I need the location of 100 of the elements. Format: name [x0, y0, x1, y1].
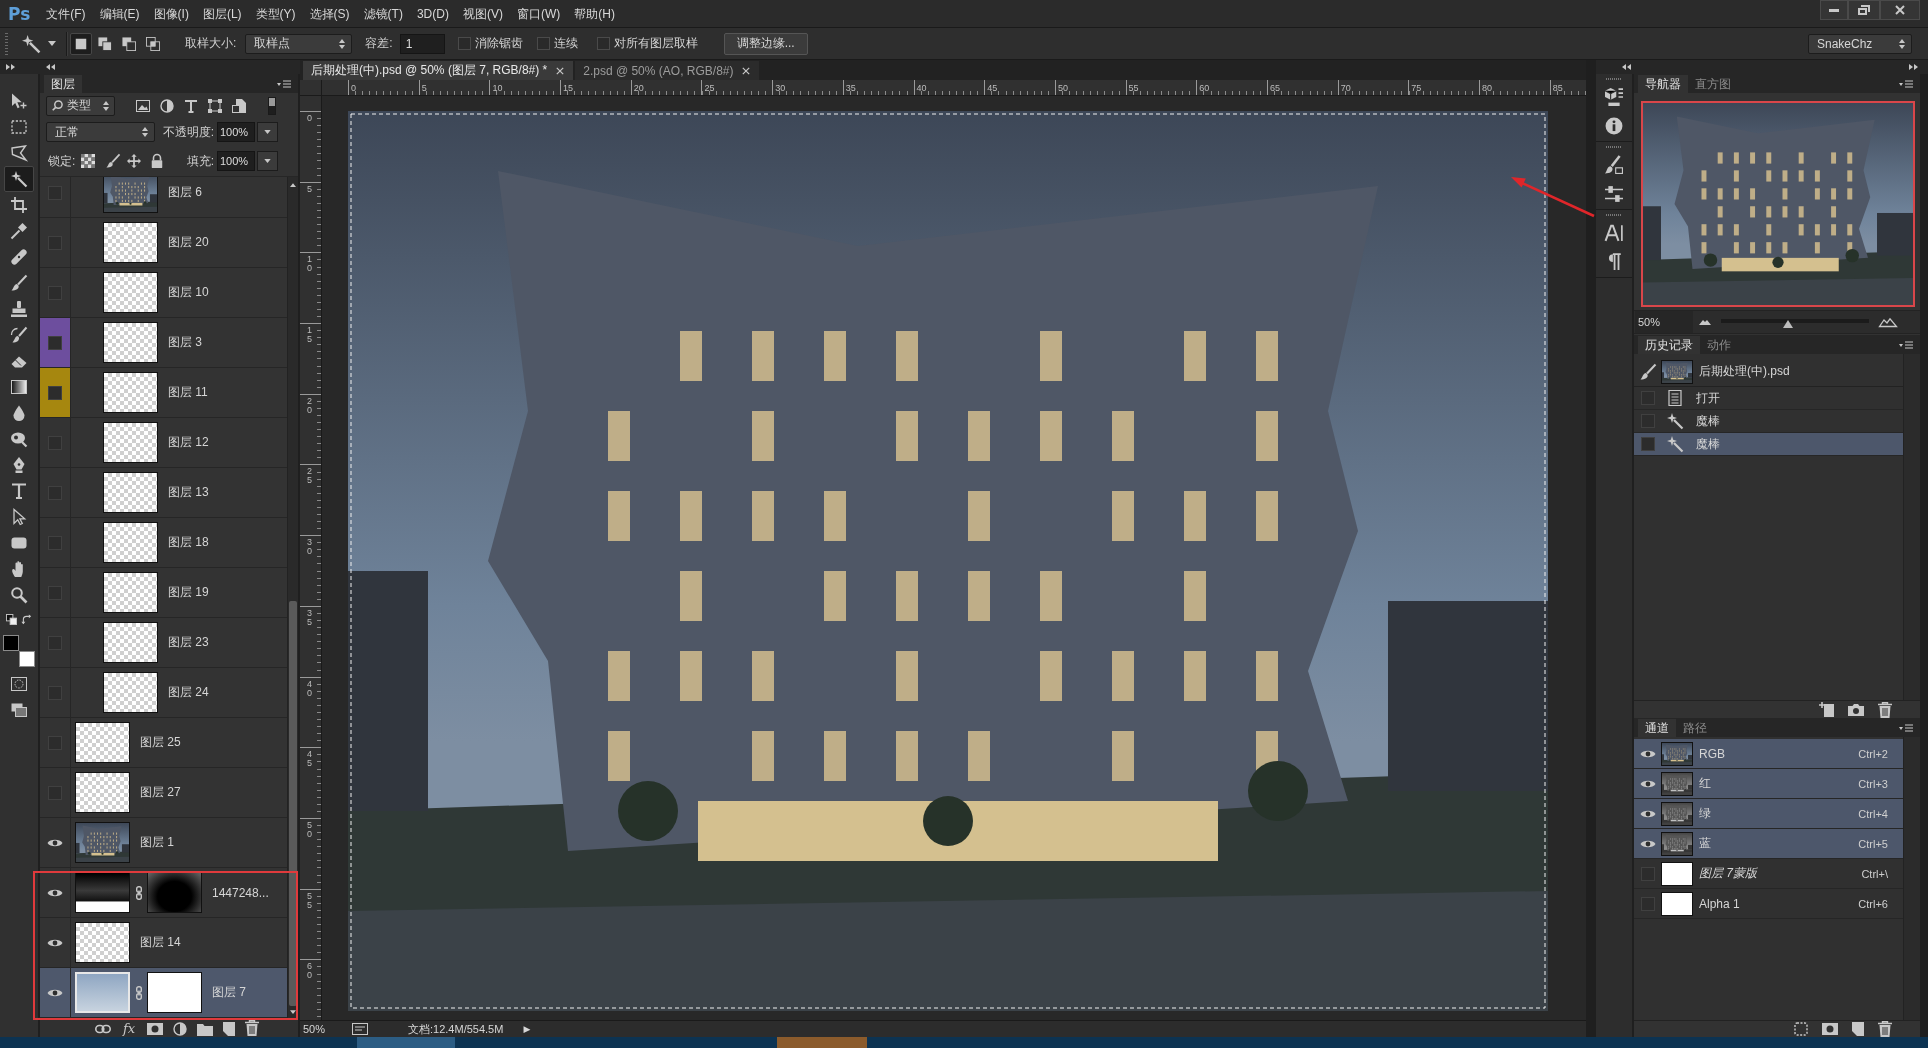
- panel-tab[interactable]: 路径: [1676, 719, 1714, 737]
- layer-thumbnail[interactable]: [103, 177, 158, 213]
- move-arrows-icon[interactable]: [127, 154, 141, 168]
- layer-row[interactable]: 图层 11: [40, 368, 287, 418]
- filter-kind-dropdown[interactable]: 类型: [46, 95, 115, 116]
- layer-row[interactable]: 图层 10: [40, 268, 287, 318]
- channel-row[interactable]: 图层 7蒙版 Ctrl+\: [1634, 859, 1903, 889]
- menu-item[interactable]: 图像(I): [146, 3, 196, 24]
- layer-row[interactable]: 图层 1: [40, 818, 287, 868]
- eye-icon[interactable]: [1640, 838, 1656, 849]
- mask-icon[interactable]: [1822, 1022, 1838, 1036]
- layer-thumbnail[interactable]: [75, 872, 130, 913]
- layer-row[interactable]: 1447248...: [40, 868, 287, 918]
- checkbox[interactable]: [596, 37, 610, 50]
- mask-thumbnail[interactable]: [147, 972, 202, 1013]
- new-channel-icon[interactable]: [1852, 1022, 1864, 1036]
- eye-icon[interactable]: [1640, 778, 1656, 789]
- menu-item[interactable]: 视图(V): [455, 3, 510, 24]
- brush-icon[interactable]: [106, 154, 120, 168]
- selection-mode-button[interactable]: [70, 32, 92, 55]
- zoom-level[interactable]: 50%: [303, 1023, 343, 1035]
- panel-menu-icon[interactable]: [1899, 79, 1913, 88]
- mask-thumbnail[interactable]: [147, 872, 202, 913]
- blend-mode-dropdown[interactable]: 正常: [46, 122, 155, 142]
- foreground-color-swatch[interactable]: [3, 635, 19, 651]
- fill-field[interactable]: 100%: [217, 151, 255, 171]
- double-arrow-icon[interactable]: [6, 64, 15, 70]
- double-arrow-icon[interactable]: [1909, 64, 1918, 70]
- dropdown-button[interactable]: [257, 122, 278, 142]
- menu-item[interactable]: 选择(S): [302, 3, 357, 24]
- checkbox-label[interactable]: 消除锯齿: [474, 35, 523, 52]
- double-arrow-icon[interactable]: [46, 64, 55, 70]
- default-colors-icon[interactable]: [6, 614, 17, 625]
- menu-item[interactable]: 窗口(W): [509, 3, 568, 24]
- close-button[interactable]: [1880, 0, 1920, 20]
- layer-row[interactable]: 图层 12: [40, 418, 287, 468]
- panel-tab[interactable]: 历史记录: [1638, 336, 1700, 354]
- layer-row[interactable]: 图层 7: [40, 968, 287, 1018]
- eye-icon[interactable]: [47, 837, 63, 848]
- small-mountains-icon[interactable]: [1699, 319, 1711, 325]
- link-icon[interactable]: [95, 1022, 111, 1036]
- half-circle-icon[interactable]: [160, 98, 174, 113]
- lock-icon[interactable]: [150, 154, 164, 168]
- trash-icon[interactable]: [245, 1020, 259, 1036]
- screen-mode-icon[interactable]: [11, 703, 27, 717]
- sample-size-dropdown[interactable]: 取样点: [245, 33, 353, 54]
- tool-button[interactable]: [4, 166, 34, 192]
- layer-thumbnail[interactable]: [103, 522, 158, 563]
- layer-row[interactable]: 图层 23: [40, 618, 287, 668]
- panel-menu-icon[interactable]: [1899, 723, 1913, 732]
- panel-tab[interactable]: 图层: [44, 75, 82, 93]
- channel-row[interactable]: 绿 Ctrl+4: [1634, 799, 1903, 829]
- channel-row[interactable]: 蓝 Ctrl+5: [1634, 829, 1903, 859]
- square-corners-icon[interactable]: [208, 98, 222, 113]
- visibility-toggle[interactable]: [48, 385, 62, 400]
- panel-menu-icon[interactable]: [1899, 340, 1913, 349]
- chain-icon[interactable]: [136, 985, 142, 1000]
- layer-thumbnail[interactable]: [103, 422, 158, 463]
- menu-item[interactable]: 类型(Y): [248, 3, 303, 24]
- layer-thumbnail[interactable]: [103, 672, 158, 713]
- new-layer-icon[interactable]: [223, 1022, 235, 1036]
- layer-thumbnail[interactable]: [103, 372, 158, 413]
- scrollbar[interactable]: [1903, 737, 1920, 1020]
- layer-thumbnail[interactable]: [103, 472, 158, 513]
- layer-row[interactable]: 图层 25: [40, 718, 287, 768]
- layer-thumbnail[interactable]: [103, 622, 158, 663]
- layer-thumbnail[interactable]: [75, 772, 130, 813]
- channel-row[interactable]: RGB Ctrl+2: [1634, 739, 1903, 769]
- panel-tab[interactable]: 动作: [1700, 336, 1738, 354]
- layer-thumbnail[interactable]: [103, 222, 158, 263]
- eye-icon[interactable]: [47, 937, 63, 948]
- sliders-icon[interactable]: [1605, 185, 1623, 203]
- layer-row[interactable]: 图层 3: [40, 318, 287, 368]
- eye-icon[interactable]: [47, 987, 63, 998]
- minimize-button[interactable]: [1820, 0, 1848, 20]
- picture-icon[interactable]: [136, 98, 150, 113]
- chain-icon[interactable]: [136, 885, 142, 900]
- panel-tab[interactable]: 直方图: [1688, 75, 1738, 93]
- channel-row[interactable]: 红 Ctrl+3: [1634, 769, 1903, 799]
- layer-thumbnail[interactable]: [75, 722, 130, 763]
- snapshot-row[interactable]: 后期处理(中).psd: [1634, 357, 1903, 387]
- menu-arrow[interactable]: ▶: [523, 1024, 531, 1034]
- checkbox[interactable]: [536, 37, 550, 50]
- document-tab[interactable]: 后期处理(中).psd @ 50% (图层 7, RGB/8#) *: [303, 61, 574, 80]
- type-icon[interactable]: [184, 98, 198, 113]
- trash-icon[interactable]: [1878, 1021, 1892, 1037]
- layer-row[interactable]: 图层 24: [40, 668, 287, 718]
- checkbox-label[interactable]: 连续: [553, 35, 578, 52]
- checkerboard-icon[interactable]: [81, 154, 95, 168]
- layer-row[interactable]: 图层 20: [40, 218, 287, 268]
- layer-row[interactable]: 图层 13: [40, 468, 287, 518]
- eye-icon[interactable]: [47, 887, 63, 898]
- trash-icon[interactable]: [1878, 701, 1892, 718]
- quick-mask-icon[interactable]: [11, 677, 27, 691]
- eye-icon[interactable]: [1640, 808, 1656, 819]
- layer-row[interactable]: 图层 14: [40, 918, 287, 968]
- layer-thumbnail[interactable]: [103, 572, 158, 613]
- layer-row[interactable]: 图层 19: [40, 568, 287, 618]
- history-step[interactable]: 打开: [1634, 387, 1903, 410]
- scrollbar[interactable]: [1903, 354, 1920, 700]
